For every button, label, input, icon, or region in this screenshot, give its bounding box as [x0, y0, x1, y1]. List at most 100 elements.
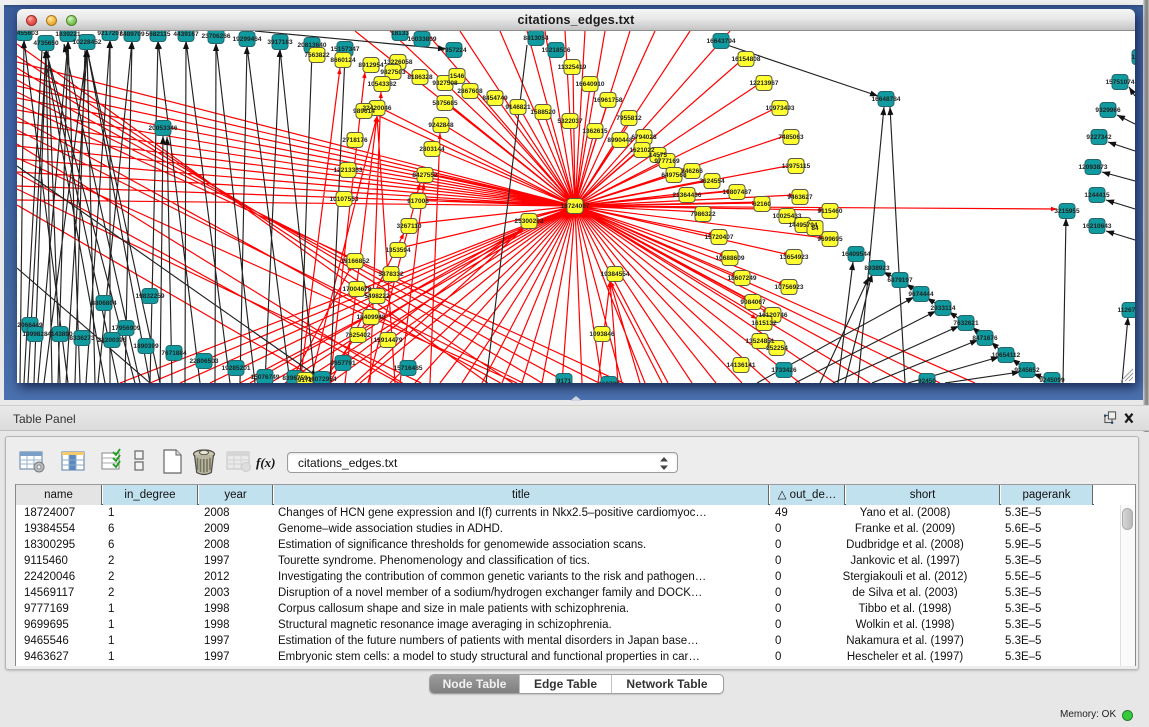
svg-text:1999828: 1999828	[22, 331, 48, 338]
svg-text:16640910: 16640910	[576, 81, 605, 88]
svg-text:19285201: 19285201	[222, 365, 251, 372]
svg-text:2867608: 2867608	[457, 88, 483, 95]
svg-text:9329966: 9329966	[1095, 107, 1121, 114]
svg-text:12213967: 12213967	[750, 80, 779, 87]
svg-text:6879197: 6879197	[887, 277, 913, 284]
svg-text:21200396: 21200396	[98, 337, 127, 344]
svg-text:f(x): f(x)	[256, 455, 276, 470]
svg-text:20813640: 20813640	[298, 42, 327, 49]
svg-text:1839221: 1839221	[55, 31, 81, 38]
svg-text:16210643: 16210643	[1083, 223, 1112, 230]
svg-text:19166852: 19166852	[341, 258, 370, 265]
svg-text:16409544: 16409544	[842, 251, 871, 258]
svg-text:9171: 9171	[557, 378, 572, 383]
svg-text:2933114: 2933114	[931, 305, 956, 312]
svg-text:10688609: 10688609	[716, 255, 745, 262]
svg-text:18607249: 18607249	[728, 275, 757, 282]
svg-text:10025433: 10025433	[773, 213, 802, 220]
svg-text:8471676: 8471676	[972, 335, 998, 342]
svg-text:8912954: 8912954	[358, 62, 384, 69]
svg-text:252254: 252254	[766, 345, 788, 352]
svg-text:7671884: 7671884	[161, 350, 187, 357]
svg-text:15751074: 15751074	[1106, 79, 1135, 86]
svg-text:7357224: 7357224	[441, 47, 467, 54]
svg-text:2803144: 2803144	[419, 146, 445, 153]
svg-text:15716485: 15716485	[394, 365, 423, 372]
svg-text:5322037: 5322037	[557, 118, 583, 125]
svg-text:1126753: 1126753	[1118, 307, 1135, 314]
svg-text:3878332: 3878332	[378, 271, 404, 278]
svg-text:10973493: 10973493	[766, 105, 795, 112]
svg-text:17004678: 17004678	[343, 286, 372, 293]
svg-text:5875685: 5875685	[432, 100, 458, 107]
svg-text:4735650: 4735650	[33, 40, 59, 47]
svg-text:9245099: 9245099	[1039, 377, 1065, 383]
svg-text:3624554: 3624554	[699, 178, 725, 185]
svg-text:13975115: 13975115	[782, 163, 811, 170]
svg-text:7986322: 7986322	[690, 211, 716, 218]
svg-text:8813054: 8813054	[523, 35, 549, 42]
svg-text:1615132: 1615132	[751, 320, 777, 327]
svg-text:22455603: 22455603	[17, 31, 39, 37]
svg-text:15157347: 15157347	[331, 46, 360, 53]
svg-text:16643794: 16643794	[707, 38, 736, 45]
svg-text:16961758: 16961758	[594, 97, 623, 104]
svg-text:14136141: 14136141	[727, 362, 756, 369]
svg-text:16120746: 16120746	[759, 312, 788, 319]
svg-text:18724007: 18724007	[561, 203, 590, 210]
svg-text:20053346: 20053346	[149, 125, 178, 132]
svg-text:1093846: 1093846	[589, 331, 615, 338]
svg-text:1244415: 1244415	[1084, 192, 1110, 199]
svg-text:7625402: 7625402	[345, 332, 371, 339]
svg-text:2066449: 2066449	[17, 322, 43, 329]
svg-text:8427552: 8427552	[412, 172, 438, 179]
svg-text:23706266: 23706266	[202, 33, 231, 40]
svg-text:8806804: 8806804	[91, 300, 117, 307]
svg-text:917006: 917006	[407, 198, 429, 205]
svg-text:9657791: 9657791	[330, 360, 356, 367]
svg-text:5682115: 5682115	[146, 31, 171, 38]
svg-text:8938923: 8938923	[864, 265, 890, 272]
svg-text:13524851: 13524851	[746, 338, 775, 345]
svg-text:7955812: 7955812	[616, 115, 642, 122]
svg-text:989614: 989614	[353, 108, 375, 115]
svg-text:8660124: 8660124	[330, 57, 356, 64]
svg-text:2718176: 2718176	[342, 137, 368, 144]
svg-text:92450: 92450	[918, 378, 936, 383]
svg-text:1362615: 1362615	[582, 128, 608, 135]
svg-text:9463627: 9463627	[787, 194, 813, 201]
svg-text:1588520: 1588520	[530, 109, 556, 116]
svg-text:8186328: 8186328	[407, 74, 433, 81]
svg-text:1733426: 1733426	[771, 367, 797, 374]
svg-text:12213363: 12213363	[334, 167, 363, 174]
svg-text:19218506: 19218506	[542, 47, 571, 54]
svg-text:21364436: 21364436	[673, 192, 702, 199]
svg-text:9227342: 9227342	[1086, 134, 1112, 141]
svg-text:9699695: 9699695	[817, 236, 843, 243]
svg-text:10654112: 10654112	[992, 352, 1021, 359]
svg-text:11123: 11123	[1131, 54, 1135, 61]
svg-text:9327508: 9327508	[432, 80, 458, 87]
svg-text:11325419: 11325419	[558, 64, 587, 71]
svg-text:16648784: 16648784	[872, 96, 901, 103]
svg-text:17956909: 17956909	[112, 325, 141, 332]
svg-text:9827503: 9827503	[380, 69, 406, 76]
svg-text:19384554: 19384554	[601, 271, 630, 278]
svg-text:8454749: 8454749	[482, 95, 508, 102]
svg-text:10543382: 10543382	[368, 81, 397, 88]
svg-text:16033809: 16033809	[408, 36, 437, 43]
svg-text:8336273: 8336273	[69, 335, 95, 342]
svg-text:10228452: 10228452	[73, 39, 102, 46]
svg-text:10807487: 10807487	[723, 189, 752, 196]
svg-text:19299464: 19299464	[233, 36, 262, 43]
svg-text:9115460: 9115460	[818, 208, 843, 215]
svg-text:7563822: 7563822	[304, 52, 330, 59]
svg-text:13654923: 13654923	[780, 254, 809, 261]
svg-text:9242848: 9242848	[428, 122, 454, 129]
svg-text:1890399: 1890399	[133, 343, 159, 350]
svg-text:3917183: 3917183	[267, 39, 293, 46]
svg-text:13226058: 13226058	[384, 59, 413, 66]
svg-text:4439167: 4439167	[173, 31, 199, 38]
svg-text:84: 84	[811, 225, 819, 232]
svg-text:160729: 160729	[598, 381, 620, 383]
